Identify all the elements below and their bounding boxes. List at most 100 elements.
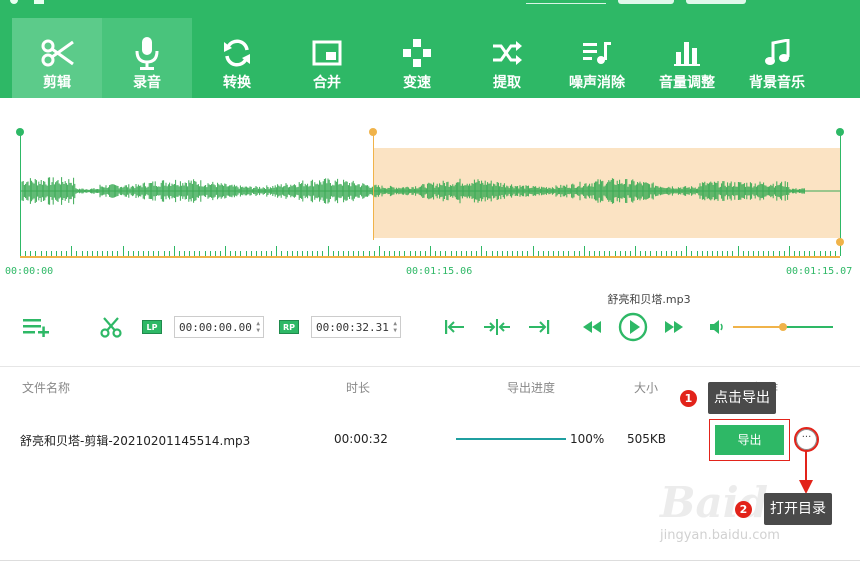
tab-8[interactable]: 背景音乐	[732, 18, 822, 98]
ruler-tick	[686, 246, 688, 256]
left-marker-handle[interactable]	[16, 128, 24, 136]
speed-icon	[372, 36, 462, 70]
selection-start-handle[interactable]	[369, 128, 377, 136]
rewind-icon	[583, 321, 601, 333]
tab-0[interactable]: 剪辑	[12, 18, 102, 98]
time-label-end: 00:01:15.07	[786, 266, 853, 277]
volume-icon	[710, 320, 723, 334]
audio-waveform	[20, 177, 840, 205]
section-divider	[0, 366, 860, 367]
ruler-tick	[583, 246, 585, 256]
ruler-tick	[737, 246, 739, 256]
tab-2[interactable]: 转换	[192, 18, 282, 98]
center-cursor-icon	[484, 319, 510, 335]
tab-label: 背景音乐	[749, 75, 805, 91]
tab-label: 噪声消除	[569, 75, 625, 91]
lp-time-input[interactable]: 00:00:00.00 ▲ ▼	[174, 316, 264, 338]
column-header-name: 文件名称	[22, 381, 71, 395]
step1-badge: 1	[680, 390, 697, 407]
rp-time-input[interactable]: 00:00:32.31 ▲ ▼	[311, 316, 401, 338]
ruler-baseline	[20, 256, 840, 258]
jump-end-icon	[529, 320, 550, 334]
ruler-tick	[481, 246, 483, 256]
rewind-button[interactable]	[582, 312, 602, 342]
volume-slider-knob[interactable]	[779, 323, 787, 331]
ruler-tick	[173, 246, 175, 256]
search-underline	[526, 3, 606, 4]
center-cursor-button[interactable]	[484, 312, 510, 342]
selection-start-line	[373, 132, 374, 240]
extract-icon	[462, 36, 552, 70]
ruler-tick	[276, 246, 278, 256]
app-logo-icon	[10, 0, 18, 4]
noise-removal-icon	[552, 36, 642, 70]
row-progress-bar	[456, 438, 566, 440]
volume-button[interactable]	[709, 312, 725, 342]
play-button[interactable]	[618, 312, 648, 342]
merge-icon	[282, 36, 372, 70]
lp-time-spinner[interactable]: ▲ ▼	[256, 320, 260, 334]
step2-tooltip: 打开目录	[764, 493, 832, 525]
top-toolbar: 剪辑 录音 转换 合并 变速 提取 噪声消除 音量调整 背景音乐	[0, 0, 860, 98]
rp-time-spinner[interactable]: ▲ ▼	[393, 320, 397, 334]
waveform-editor[interactable]: 00:00:00 00:01:15.06 00:01:15.07	[0, 98, 860, 293]
title-strip	[0, 0, 860, 8]
row-size: 505KB	[627, 432, 667, 446]
ruler-tick	[788, 246, 790, 256]
column-header-duration: 时长	[346, 381, 371, 395]
convert-icon	[192, 36, 282, 70]
scissors-icon	[12, 36, 102, 70]
tab-7[interactable]: 音量调整	[642, 18, 732, 98]
scissors-icon	[100, 317, 122, 338]
time-ruler	[20, 243, 841, 256]
window-menu-fragment	[618, 0, 674, 4]
ruler-tick	[635, 246, 636, 256]
ruler-tick	[840, 246, 841, 256]
tab-3[interactable]: 合并	[282, 18, 372, 98]
jump-to-start-button[interactable]	[444, 312, 466, 342]
play-icon	[618, 312, 648, 342]
cut-button[interactable]	[99, 312, 123, 342]
tab-label: 合并	[313, 75, 341, 91]
microphone-icon	[102, 36, 192, 70]
more-options-button[interactable]: ···	[794, 427, 819, 452]
ruler-tick	[20, 246, 21, 256]
tab-label: 录音	[133, 75, 161, 91]
row-file-name: 舒亮和贝塔-剪辑-20210201145514.mp3	[20, 434, 251, 448]
jump-start-icon	[445, 320, 464, 334]
column-header-progress: 导出进度	[507, 381, 556, 395]
rp-control: RP 00:00:32.31 ▲ ▼	[279, 312, 401, 342]
export-button[interactable]: 导出	[715, 425, 784, 455]
bottom-border	[0, 560, 860, 561]
volume-slider-fill	[733, 326, 783, 328]
fast-forward-button[interactable]	[664, 312, 684, 342]
ruler-tick	[122, 246, 124, 256]
tab-6[interactable]: 噪声消除	[552, 18, 642, 98]
lp-control: LP 00:00:00.00 ▲ ▼	[142, 312, 264, 342]
app-title-fragment	[34, 0, 44, 4]
ruler-tick	[430, 246, 431, 256]
tab-1[interactable]: 录音	[102, 18, 192, 98]
function-tabs: 剪辑 录音 转换 合并 变速 提取 噪声消除 音量调整 背景音乐	[12, 18, 822, 98]
current-file-name: 舒亮和贝塔.mp3	[607, 293, 691, 306]
music-note-icon	[732, 36, 822, 70]
tab-label: 剪辑	[43, 75, 71, 91]
add-list-icon	[23, 319, 49, 337]
add-file-button[interactable]	[22, 312, 50, 342]
ruler-tick	[225, 246, 226, 256]
row-progress-fill	[456, 438, 566, 440]
ruler-tick	[327, 246, 329, 256]
ruler-tick	[378, 246, 380, 256]
step2-badge: 2	[735, 501, 752, 518]
tab-label: 变速	[403, 75, 431, 91]
ruler-tick	[71, 246, 73, 256]
export-highlight-box: 导出	[709, 419, 790, 461]
tab-label: 音量调整	[659, 75, 715, 91]
lp-time-value: 00:00:00.00	[179, 320, 252, 334]
right-marker-handle[interactable]	[836, 128, 844, 136]
jump-to-end-button[interactable]	[528, 312, 550, 342]
volume-adjust-icon	[642, 36, 732, 70]
tab-5[interactable]: 提取	[462, 18, 552, 98]
tab-4[interactable]: 变速	[372, 18, 462, 98]
left-marker-line	[20, 132, 21, 256]
